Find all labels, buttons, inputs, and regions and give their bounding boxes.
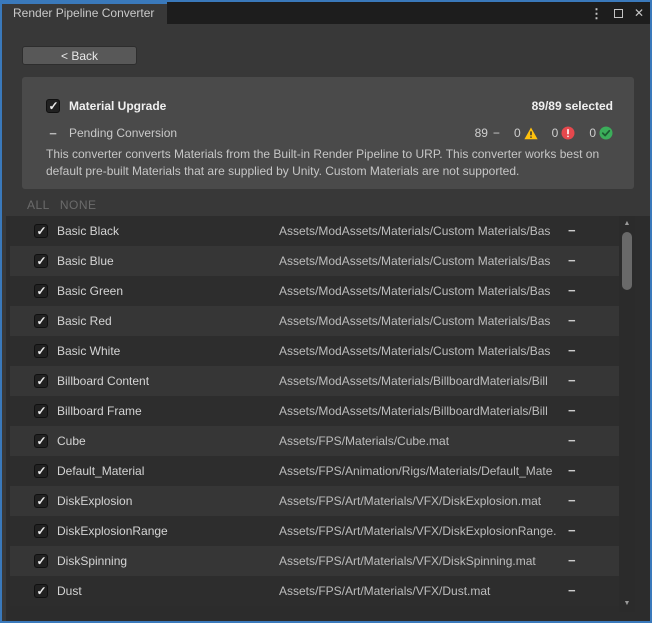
error-icon <box>561 126 575 140</box>
material-name: DiskExplosionRange <box>57 524 168 538</box>
material-name: Basic Blue <box>57 254 114 268</box>
material-path: Assets/ModAssets/Materials/Custom Materi… <box>279 224 565 238</box>
table-row[interactable]: Basic White Assets/ModAssets/Materials/C… <box>10 336 619 366</box>
window-controls: ⋮ ✕ <box>590 2 644 24</box>
material-name: Cube <box>57 434 86 448</box>
table-row[interactable]: Basic Black Assets/ModAssets/Materials/C… <box>10 216 619 246</box>
scroll-up-icon[interactable]: ▲ <box>619 218 635 230</box>
row-status-dash-icon: − <box>568 373 576 388</box>
close-icon[interactable]: ✕ <box>634 7 644 19</box>
scrollbar-thumb[interactable] <box>622 232 632 290</box>
row-checkbox[interactable] <box>34 284 48 298</box>
row-checkbox[interactable] <box>34 314 48 328</box>
converter-description: This converter converts Materials from t… <box>46 146 622 180</box>
tab-render-pipeline-converter[interactable]: Render Pipeline Converter <box>2 2 167 24</box>
row-checkbox[interactable] <box>34 404 48 418</box>
materials-list: Basic Black Assets/ModAssets/Materials/C… <box>10 216 619 606</box>
row-status-dash-icon: − <box>568 313 576 328</box>
row-checkbox[interactable] <box>34 494 48 508</box>
material-name: Basic Green <box>57 284 123 298</box>
material-name: Billboard Content <box>57 374 149 388</box>
table-row[interactable]: Basic Red Assets/ModAssets/Materials/Cus… <box>10 306 619 336</box>
material-path: Assets/ModAssets/Materials/Custom Materi… <box>279 284 565 298</box>
table-row[interactable]: Billboard Content Assets/ModAssets/Mater… <box>10 366 619 396</box>
row-status-dash-icon: − <box>568 253 576 268</box>
converter-panel: Material Upgrade 89/89 selected − Pendin… <box>22 77 634 189</box>
material-path: Assets/FPS/Art/Materials/VFX/DiskExplosi… <box>279 494 565 508</box>
table-row[interactable]: Default_Material Assets/FPS/Animation/Ri… <box>10 456 619 486</box>
row-checkbox[interactable] <box>34 434 48 448</box>
select-none-button[interactable]: NONE <box>60 198 97 212</box>
material-name: Default_Material <box>57 464 144 478</box>
selection-controls: ALL NONE <box>27 198 97 212</box>
table-row[interactable]: Basic Blue Assets/ModAssets/Materials/Cu… <box>10 246 619 276</box>
material-name: Basic Red <box>57 314 112 328</box>
material-path: Assets/ModAssets/Materials/Custom Materi… <box>279 254 565 268</box>
window-title: Render Pipeline Converter <box>13 6 154 20</box>
row-status-dash-icon: − <box>568 433 576 448</box>
row-checkbox[interactable] <box>34 344 48 358</box>
error-count: 0 <box>552 126 559 140</box>
conversion-stats: 89 − 0 0 <box>475 126 613 140</box>
row-status-dash-icon: − <box>568 583 576 598</box>
row-checkbox[interactable] <box>34 374 48 388</box>
material-path: Assets/ModAssets/Materials/Custom Materi… <box>279 344 565 358</box>
render-pipeline-converter-window: Render Pipeline Converter ⋮ ✕ < Back Mat… <box>0 0 652 623</box>
material-path: Assets/FPS/Art/Materials/VFX/DiskSpinnin… <box>279 554 565 568</box>
row-status-dash-icon: − <box>568 223 576 238</box>
scroll-down-icon[interactable]: ▼ <box>619 598 635 610</box>
selected-count: 89/89 selected <box>532 99 613 113</box>
menu-icon[interactable]: ⋮ <box>590 7 603 20</box>
warning-count: 0 <box>514 126 521 140</box>
row-checkbox[interactable] <box>34 224 48 238</box>
material-path: Assets/FPS/Art/Materials/VFX/DiskExplosi… <box>279 524 565 538</box>
warning-icon <box>524 127 538 140</box>
maximize-icon[interactable] <box>614 9 623 18</box>
material-path: Assets/ModAssets/Materials/Custom Materi… <box>279 314 565 328</box>
back-button[interactable]: < Back <box>22 46 137 65</box>
converter-title: Material Upgrade <box>69 99 166 113</box>
pending-count-dash-icon: − <box>493 126 500 140</box>
material-name: Billboard Frame <box>57 404 142 418</box>
table-row[interactable]: Basic Green Assets/ModAssets/Materials/C… <box>10 276 619 306</box>
select-all-button[interactable]: ALL <box>27 198 50 212</box>
row-status-dash-icon: − <box>568 463 576 478</box>
vertical-scrollbar[interactable]: ▲ ▼ <box>619 216 635 612</box>
material-path: Assets/FPS/Art/Materials/VFX/Dust.mat <box>279 584 565 598</box>
pending-conversion-label: Pending Conversion <box>69 126 177 140</box>
row-status-dash-icon: − <box>568 553 576 568</box>
row-status-dash-icon: − <box>568 283 576 298</box>
row-checkbox[interactable] <box>34 524 48 538</box>
row-checkbox[interactable] <box>34 584 48 598</box>
row-checkbox[interactable] <box>34 254 48 268</box>
material-name: Dust <box>57 584 82 598</box>
material-name: DiskExplosion <box>57 494 132 508</box>
table-row[interactable]: Dust Assets/FPS/Art/Materials/VFX/Dust.m… <box>10 576 619 606</box>
material-path: Assets/ModAssets/Materials/BillboardMate… <box>279 404 565 418</box>
pending-dash-icon: − <box>46 126 60 141</box>
material-name: Basic White <box>57 344 120 358</box>
material-name: DiskSpinning <box>57 554 127 568</box>
row-status-dash-icon: − <box>568 343 576 358</box>
row-status-dash-icon: − <box>568 493 576 508</box>
material-path: Assets/FPS/Materials/Cube.mat <box>279 434 565 448</box>
row-status-dash-icon: − <box>568 403 576 418</box>
material-name: Basic Black <box>57 224 119 238</box>
row-status-dash-icon: − <box>568 523 576 538</box>
success-count: 0 <box>589 126 596 140</box>
row-checkbox[interactable] <box>34 554 48 568</box>
materials-list-region: Basic Black Assets/ModAssets/Materials/C… <box>6 216 650 621</box>
material-path: Assets/ModAssets/Materials/BillboardMate… <box>279 374 565 388</box>
material-path: Assets/FPS/Animation/Rigs/Materials/Defa… <box>279 464 565 478</box>
title-bar: Render Pipeline Converter ⋮ ✕ <box>2 2 650 24</box>
row-checkbox[interactable] <box>34 464 48 478</box>
table-row[interactable]: Billboard Frame Assets/ModAssets/Materia… <box>10 396 619 426</box>
pending-count: 89 <box>475 126 488 140</box>
table-row[interactable]: DiskExplosion Assets/FPS/Art/Materials/V… <box>10 486 619 516</box>
success-icon <box>599 126 613 140</box>
table-row[interactable]: DiskExplosionRange Assets/FPS/Art/Materi… <box>10 516 619 546</box>
table-row[interactable]: Cube Assets/FPS/Materials/Cube.mat − <box>10 426 619 456</box>
table-row[interactable]: DiskSpinning Assets/FPS/Art/Materials/VF… <box>10 546 619 576</box>
material-upgrade-checkbox[interactable] <box>46 99 60 113</box>
